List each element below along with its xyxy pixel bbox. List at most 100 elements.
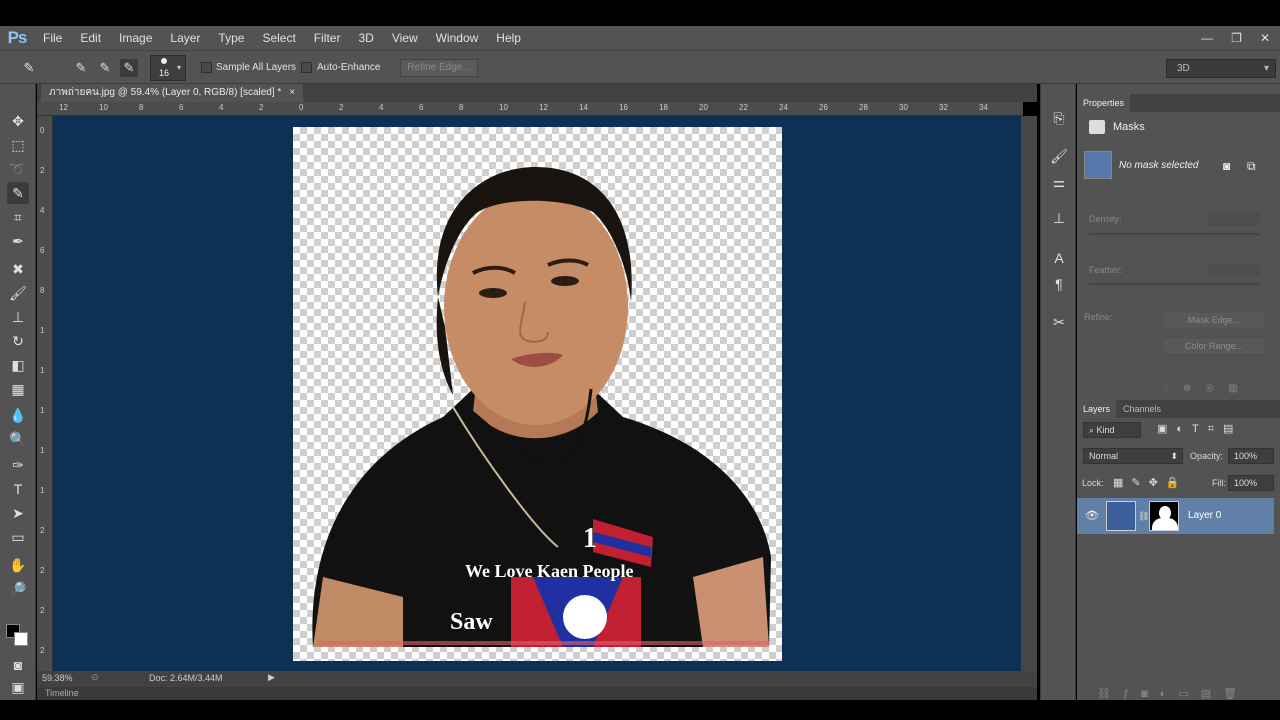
vector-mask-icon[interactable]: ⧉ [1247, 159, 1256, 174]
ruler-tick: 28 [859, 103, 868, 112]
search-icon: ⌕ [1089, 425, 1097, 435]
layer-row[interactable]: 👁 ⛓ Layer 0 [1077, 498, 1274, 534]
subtract-from-selection-icon[interactable]: ✎ [120, 59, 138, 77]
filter-kind-value: Kind [1096, 425, 1115, 435]
restore-button[interactable]: ❐ [1231, 31, 1242, 45]
path-selection-tool-icon[interactable]: ➤ [7, 502, 29, 524]
close-tab-icon[interactable]: × [289, 84, 295, 102]
ruler-tick: 1 [40, 366, 45, 375]
feather-slider[interactable] [1089, 283, 1259, 285]
crop-tool-icon[interactable]: ⌗ [7, 206, 29, 228]
layers-footer-icons[interactable]: ⛓ƒ◙◐▭▤🗑 [1097, 687, 1249, 700]
menu-image[interactable]: Image [110, 26, 161, 50]
menu-layer[interactable]: Layer [161, 26, 209, 50]
screen-mode-icon[interactable]: ▣ [7, 676, 29, 698]
color-range-button[interactable]: Color Range... [1165, 339, 1263, 353]
shape-tool-icon[interactable]: ▭ [7, 526, 29, 548]
layer-filter-icons[interactable]: ▣◐T⌗▤ [1157, 422, 1242, 436]
layer-filter-kind[interactable]: ⌕ Kind [1083, 422, 1141, 438]
menu-filter[interactable]: Filter [305, 26, 350, 50]
density-field[interactable] [1208, 212, 1260, 226]
brush-size-picker[interactable]: 16 ▾ [150, 55, 186, 81]
zoom-level[interactable]: 59.38% [42, 673, 73, 683]
density-slider[interactable] [1089, 233, 1259, 235]
panel-dock-icons: ⎘ 🖌 ⚌ ⊥ A ¶ ✂ [1040, 84, 1076, 700]
tab-layers[interactable]: Layers [1077, 400, 1117, 418]
lasso-tool-icon[interactable]: ➰ [7, 158, 29, 180]
ruler-tick: 22 [739, 103, 748, 112]
character-panel-icon[interactable]: A [1049, 248, 1069, 268]
eye-icon[interactable]: 👁 [1085, 509, 1099, 522]
new-selection-icon[interactable]: ✎ [72, 59, 90, 77]
healing-tool-icon[interactable]: ✖ [7, 258, 29, 280]
adjustments-panel-icon[interactable]: ⚌ [1049, 172, 1069, 192]
ruler-vertical: 0 2 4 6 8 1 1 1 1 1 2 2 2 2 [37, 116, 53, 671]
eyedropper-tool-icon[interactable]: ✒ [7, 230, 29, 252]
menu-help[interactable]: Help [487, 26, 530, 50]
close-button[interactable]: ✕ [1260, 31, 1270, 45]
quick-selection-tool-icon[interactable]: ✎ [7, 182, 29, 204]
layer-name[interactable]: Layer 0 [1188, 510, 1221, 521]
mask-actions-icons[interactable]: ◌⊕◎▥ [1163, 383, 1252, 394]
document-tab[interactable]: ภาพถ่ายคน.jpg @ 59.4% (Layer 0, RGB/8) [… [41, 84, 304, 102]
menu-window[interactable]: Window [427, 26, 488, 50]
type-tool-icon[interactable]: T [7, 478, 29, 500]
pen-tool-icon[interactable]: ✑ [7, 454, 29, 476]
window-controls: — ❐ ✕ [1201, 26, 1270, 50]
brush-tool-icon[interactable]: 🖌 [7, 282, 29, 304]
sample-all-layers-label: Sample All Layers [216, 62, 297, 73]
fill-field[interactable]: 100% [1228, 475, 1274, 491]
mask-body-shape [1152, 518, 1178, 530]
history-brush-tool-icon[interactable]: ↻ [7, 330, 29, 352]
gradient-tool-icon[interactable]: ▦ [7, 378, 29, 400]
menu-edit[interactable]: Edit [71, 26, 110, 50]
status-bar: 59.38% ⊙ Doc: 2.64M/3.44M ▶ [37, 671, 1037, 687]
minimize-button[interactable]: — [1201, 31, 1213, 45]
layer-mask-thumbnail[interactable] [1149, 501, 1179, 531]
menu-3d[interactable]: 3D [349, 26, 382, 50]
pixel-mask-icon[interactable]: ◙ [1223, 159, 1230, 173]
ruler-tick: 2 [40, 646, 45, 655]
status-menu-arrow-icon[interactable]: ▶ [268, 672, 275, 683]
quick-mask-icon[interactable]: ◙ [7, 654, 29, 676]
ruler-tick: 2 [40, 566, 45, 575]
background-color-swatch[interactable] [14, 632, 28, 646]
brush-panel-icon[interactable]: 🖌 [1049, 146, 1069, 166]
move-tool-icon[interactable]: ✥ [7, 110, 29, 132]
status-info-icon[interactable]: ⊙ [91, 672, 99, 683]
blend-mode-select[interactable]: Normal ⬍ [1083, 448, 1183, 464]
vertical-scrollbar[interactable] [1021, 116, 1037, 671]
zoom-tool-icon[interactable]: 🔎 [7, 578, 29, 600]
menu-view[interactable]: View [383, 26, 427, 50]
menu-file[interactable]: File [34, 26, 71, 50]
paragraph-panel-icon[interactable]: ¶ [1049, 274, 1069, 294]
lock-icons[interactable]: ▦✎✥🔒 [1113, 476, 1188, 489]
menu-select[interactable]: Select [253, 26, 304, 50]
quick-selection-preset-icon[interactable]: ✎ [20, 59, 38, 77]
blur-tool-icon[interactable]: 💧 [7, 404, 29, 426]
add-to-selection-icon[interactable]: ✎ [96, 59, 114, 77]
eraser-tool-icon[interactable]: ◧ [7, 354, 29, 376]
menu-type[interactable]: Type [209, 26, 253, 50]
clone-source-panel-icon[interactable]: ⊥ [1049, 208, 1069, 228]
timeline-tab[interactable]: Timeline [45, 688, 79, 698]
options-bar: ✎ ✎ ✎ ✎ 16 ▾ Sample All Layers Auto-Enha… [0, 50, 1280, 84]
tab-properties[interactable]: Properties [1077, 94, 1131, 112]
sample-all-layers-checkbox[interactable] [201, 62, 212, 73]
feather-field[interactable] [1208, 263, 1260, 277]
tool-presets-panel-icon[interactable]: ✂ [1049, 312, 1069, 332]
refine-edge-button[interactable]: Refine Edge... [400, 59, 478, 77]
tab-channels[interactable]: Channels [1117, 400, 1167, 418]
document-size: Doc: 2.64M/3.44M [149, 673, 223, 683]
opacity-field[interactable]: 100% [1228, 448, 1274, 464]
document-image[interactable]: We Love Kaen People Saw 1 [293, 127, 782, 661]
dodge-tool-icon[interactable]: 🔍 [7, 428, 29, 450]
marquee-tool-icon[interactable]: ⬚ [7, 134, 29, 156]
clone-stamp-tool-icon[interactable]: ⊥ [7, 306, 29, 328]
workspace-select[interactable]: 3D ▾ [1166, 59, 1276, 78]
hand-tool-icon[interactable]: ✋ [7, 554, 29, 576]
chain-link-icon[interactable]: ⛓ [1138, 511, 1149, 522]
auto-enhance-checkbox[interactable] [301, 62, 312, 73]
mask-edge-button[interactable]: Mask Edge... [1165, 313, 1263, 327]
history-panel-icon[interactable]: ⎘ [1049, 108, 1069, 128]
